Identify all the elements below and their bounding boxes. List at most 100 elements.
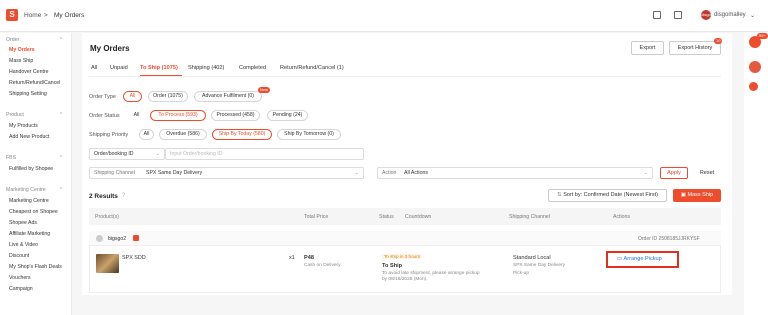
sidebar-item-fulfilled-by-shopee[interactable]: Fulfilled by Shopee	[9, 166, 53, 172]
arrange-pickup-label: Arrange Pickup	[623, 256, 662, 262]
sidebar-item-marketing-centre[interactable]: Marketing Centre	[9, 198, 49, 204]
product-thumbnail	[96, 254, 119, 273]
sort-dropdown[interactable]: ⇅ Sort by: Confirmed Date (Newest First)	[548, 189, 667, 202]
order-status: To Ship	[382, 263, 403, 269]
top-bar: S Home > My Orders disgo disgomalley ⌄	[0, 0, 768, 32]
chevron-up-icon[interactable]: ^	[60, 37, 62, 43]
order-type-advance[interactable]: Advance Fulfilment (0)	[194, 91, 262, 102]
order-id: Order ID 2508185JJRKYSF	[638, 236, 700, 242]
sidebar-item-shipping-setting[interactable]: Shipping Setting	[9, 91, 47, 97]
sidebar: Order ^ My Orders Mass Ship Handover Cen…	[0, 33, 72, 315]
export-history-button[interactable]: Export History	[669, 41, 721, 55]
shipping-channel-select[interactable]: Shipping Channel SPX Same Day Delivery ⌄	[89, 167, 364, 179]
book-icon[interactable]	[674, 11, 682, 19]
chevron-up-icon[interactable]: ^	[60, 112, 62, 118]
sidebar-item-shopee-ads[interactable]: Shopee Ads	[9, 220, 37, 226]
mass-ship-label: Mass Ship	[687, 192, 714, 198]
order-type-order[interactable]: Order (1075)	[148, 91, 188, 102]
tab-shipping[interactable]: Shipping (402)	[188, 65, 224, 71]
shipping-method: Pick-up	[513, 271, 529, 276]
countdown-tag: To ship in 3 hours	[382, 254, 423, 259]
search-type-select[interactable]: Order/booking ID ⌄	[89, 148, 165, 160]
chevron-down-icon[interactable]: ⌄	[750, 12, 755, 19]
chat-bubble-icon[interactable]	[749, 82, 758, 91]
breadcrumb-current: My Orders	[54, 12, 85, 19]
search-type-value: Order/booking ID	[94, 151, 134, 157]
order-price: P48	[304, 255, 314, 261]
sidebar-section-product[interactable]: Product	[6, 112, 24, 118]
order-status-all[interactable]: All	[128, 110, 145, 121]
order-type-all[interactable]: All	[123, 91, 142, 102]
sidebar-item-my-products[interactable]: My Products	[9, 123, 38, 129]
order-id-input[interactable]: Input Order/booking ID	[165, 148, 364, 160]
priority-ship-by-tomorrow[interactable]: Ship By Tomorrow (0)	[277, 129, 341, 140]
priority-ship-by-today[interactable]: Ship By Today (580)	[212, 129, 272, 140]
sidebar-item-add-product[interactable]: Add New Product	[9, 134, 49, 140]
shipping-channel-label: Shipping Channel	[94, 170, 135, 176]
col-products: Product(s)	[95, 214, 119, 220]
sidebar-section-order[interactable]: Order	[6, 37, 19, 43]
action-select[interactable]: Action All Actions ⌄	[377, 167, 653, 179]
help-icon[interactable]: ?	[122, 193, 125, 199]
order-id-placeholder: Input Order/booking ID	[170, 151, 223, 157]
sidebar-item-cheapest[interactable]: Cheapest on Shopee	[9, 209, 58, 215]
sidebar-section-fbs[interactable]: FBS	[6, 155, 16, 161]
tab-unpaid[interactable]: Unpaid	[110, 65, 128, 71]
shopee-logo-icon[interactable]: S	[6, 9, 18, 21]
arrange-pickup-link[interactable]: ▭ Arrange Pickup	[617, 256, 662, 262]
sidebar-item-live-video[interactable]: Live & Video	[9, 242, 38, 248]
status-note: To avoid late shipment, please arrange p…	[382, 271, 480, 282]
breadcrumb-separator: >	[44, 12, 48, 19]
page-title: My Orders	[90, 44, 130, 53]
shipping-priority-label: Shipping Priority	[89, 132, 129, 138]
chevron-up-icon[interactable]: ^	[60, 155, 62, 161]
shipping-channel-sub: SPX Same Day Delivery	[513, 263, 565, 268]
sidebar-item-my-orders[interactable]: My Orders	[9, 47, 35, 53]
sort-label: Sort by: Confirmed Date (Newest First)	[563, 192, 658, 198]
col-total-price: Total Price	[304, 214, 329, 220]
tab-completed[interactable]: Completed	[239, 65, 266, 71]
priority-overdue[interactable]: Overdue (586)	[159, 129, 207, 140]
reset-button[interactable]: Reset	[693, 167, 721, 179]
payment-method: Cash on Delivery	[304, 263, 341, 268]
order-status-to-process[interactable]: To Process (593)	[150, 110, 206, 121]
mass-ship-button[interactable]: ▣ Mass Ship	[673, 189, 721, 202]
avatar[interactable]: disgo	[701, 10, 711, 20]
chevron-down-icon: ⌄	[643, 170, 648, 176]
sidebar-item-vouchers[interactable]: Vouchers	[9, 275, 31, 281]
sidebar-item-discount[interactable]: Discount	[9, 253, 29, 259]
col-shipping-channel: Shipping Channel	[509, 214, 550, 220]
sidebar-item-affiliate[interactable]: Affiliate Marketing	[9, 231, 50, 237]
col-actions: Actions	[613, 214, 631, 220]
new-badge: New	[258, 87, 271, 93]
sidebar-section-marketing[interactable]: Marketing Centre	[6, 187, 46, 193]
apply-button[interactable]: Apply	[660, 167, 688, 179]
buyer-name[interactable]: bigsgo2	[108, 236, 126, 242]
grid-icon[interactable]	[653, 11, 661, 19]
tab-return-refund[interactable]: Return/Refund/Cancel (1)	[280, 65, 344, 71]
tab-all[interactable]: All	[91, 65, 97, 71]
sidebar-item-flash-deals[interactable]: My Shop's Flash Deals	[9, 264, 62, 270]
priority-all[interactable]: All	[139, 129, 154, 140]
product-name: SPX SDD	[122, 255, 146, 261]
order-status-pending[interactable]: Pending (24)	[267, 110, 308, 121]
username[interactable]: disgomalley	[714, 12, 746, 18]
export-button[interactable]: Export	[631, 41, 664, 55]
shipping-channel-name: Standard Local	[513, 255, 551, 261]
order-row-header	[89, 231, 721, 246]
tabs-divider	[89, 76, 721, 77]
assistant-icon[interactable]	[749, 61, 761, 73]
chat-icon[interactable]	[133, 235, 139, 241]
sidebar-item-campaign[interactable]: Campaign	[9, 286, 33, 292]
chevron-down-icon: ⌄	[155, 151, 160, 157]
buyer-avatar	[96, 235, 103, 242]
tab-to-ship[interactable]: To Ship (1075)	[140, 65, 178, 71]
sidebar-item-mass-ship[interactable]: Mass Ship	[9, 58, 33, 64]
chevron-up-icon[interactable]: ^	[60, 187, 62, 193]
order-status-processed[interactable]: Processed (458)	[211, 110, 260, 121]
results-count: 2 Results	[89, 193, 118, 200]
col-status: Status	[379, 214, 394, 220]
sidebar-item-return-refund[interactable]: Return/Refund/Cancel	[9, 80, 60, 86]
breadcrumb-home[interactable]: Home	[24, 12, 41, 19]
sidebar-item-handover-centre[interactable]: Handover Centre	[9, 69, 49, 75]
